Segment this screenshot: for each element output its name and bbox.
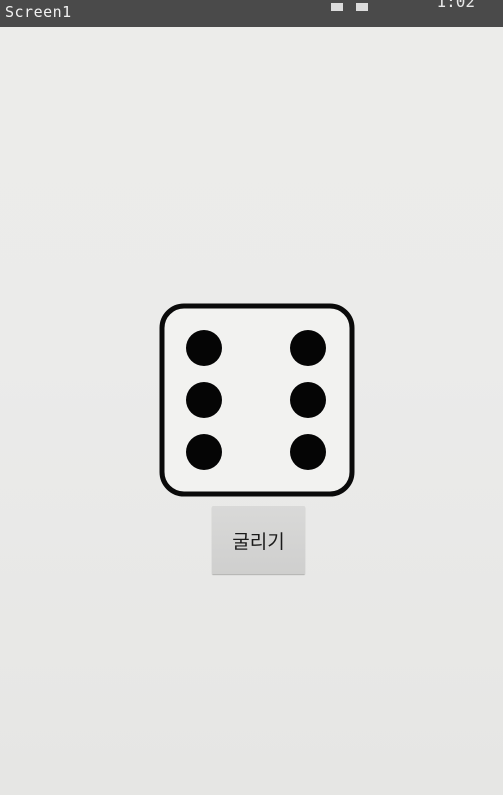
battery-icon xyxy=(356,3,369,11)
dice-pip xyxy=(290,330,326,366)
dice-pip xyxy=(290,382,326,418)
dice-pip xyxy=(186,434,222,470)
dice-image xyxy=(159,303,355,497)
app-screen: Screen1 1:02 굴리기 xyxy=(0,0,503,795)
status-icons xyxy=(331,0,411,11)
roll-button[interactable]: 굴리기 xyxy=(212,506,305,574)
dice-pip xyxy=(290,434,326,470)
signal-icon xyxy=(331,3,343,11)
screen-title: Screen1 xyxy=(5,3,72,21)
dice-pip xyxy=(186,382,222,418)
status-clock: 1:02 xyxy=(436,0,475,11)
title-bar: Screen1 1:02 xyxy=(0,0,503,27)
dice-pip xyxy=(186,330,222,366)
